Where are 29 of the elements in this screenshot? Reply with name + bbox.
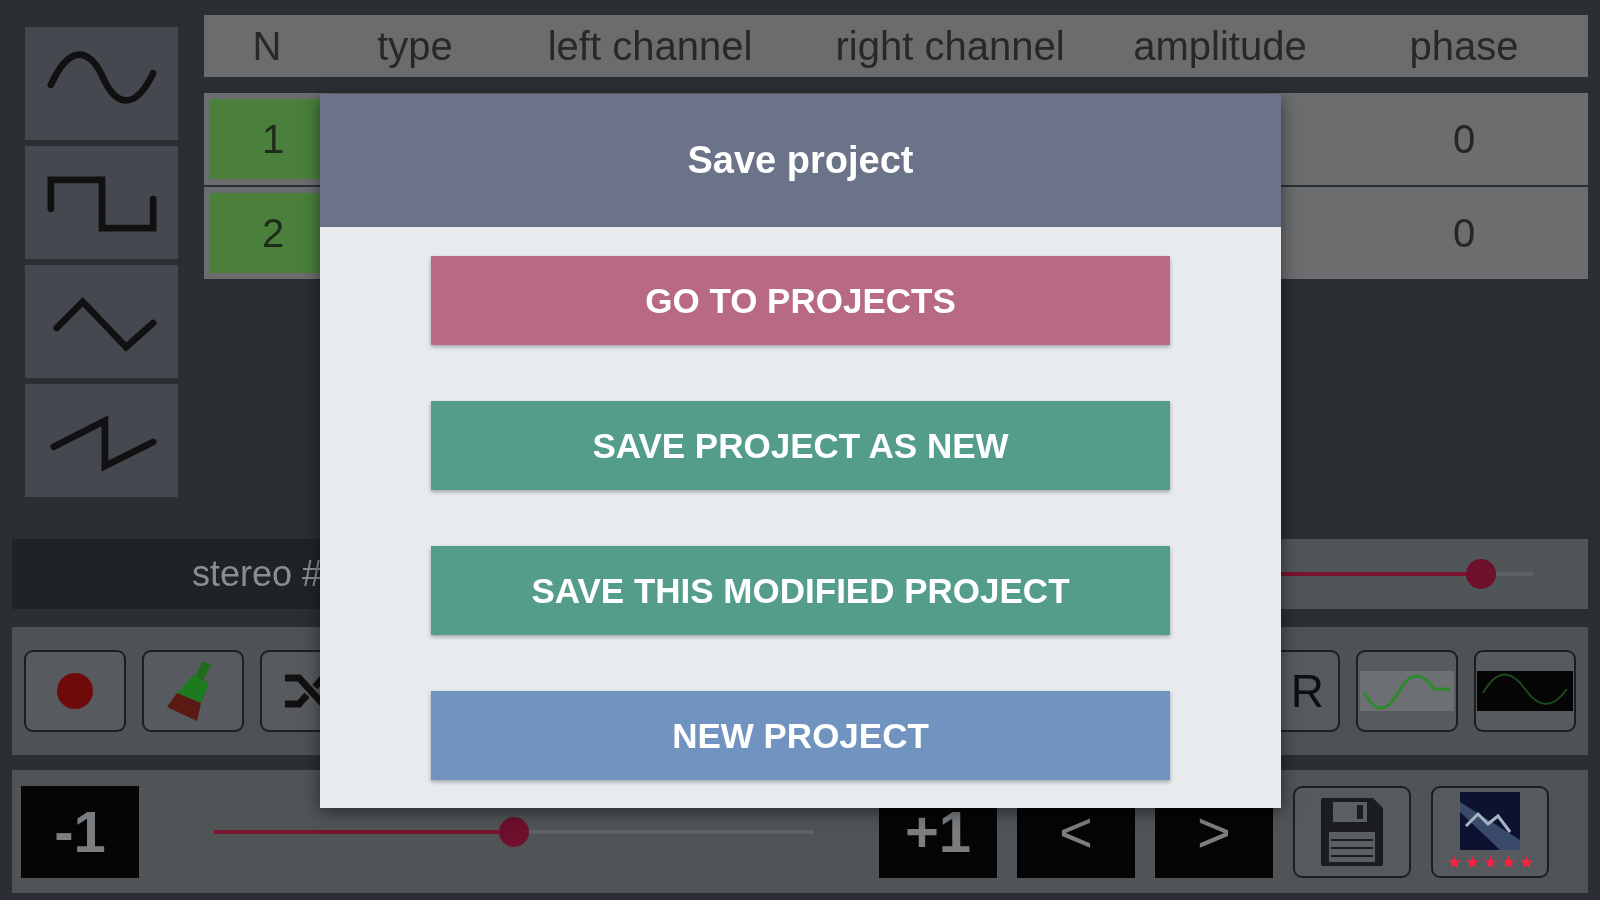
dialog-title: Save project [687,139,914,182]
star-icon: ★ [1500,854,1516,871]
star-icon: ★ [1446,854,1462,871]
column-header: N [251,23,283,69]
slider-thumb[interactable] [499,816,529,847]
decrement-button[interactable]: -1 [21,785,139,878]
table-cell-text: 0 [1451,115,1477,163]
table-cell-text: 0 [1451,209,1477,257]
record-icon [57,673,93,709]
column-header: right channel [834,23,1066,69]
app-logo-icon [1460,792,1520,850]
slider-thumb[interactable] [1465,559,1496,589]
column-header: phase [1408,23,1520,69]
star-icon: ★ [1518,854,1534,871]
waveform-button[interactable] [25,265,178,378]
column-header: type [376,23,454,69]
stereo-label: stereo # [191,553,322,595]
waveform-button[interactable] [25,146,178,259]
dialog-button[interactable]: SAVE PROJECT AS NEW [431,401,1170,490]
save-button[interactable] [1293,785,1411,878]
dialog-button[interactable]: GO TO PROJECTS [431,256,1170,345]
column-header: amplitude [1132,23,1308,69]
waveform-button[interactable] [25,384,178,497]
waveform-button[interactable] [25,27,178,140]
star-icon: ★ [1482,854,1498,871]
dialog-button[interactable]: NEW PROJECT [431,691,1170,780]
star-icon: ★ [1464,854,1480,871]
column-header: left channel [546,23,754,69]
dialog-button[interactable]: SAVE THIS MODIFIED PROJECT [431,546,1170,635]
